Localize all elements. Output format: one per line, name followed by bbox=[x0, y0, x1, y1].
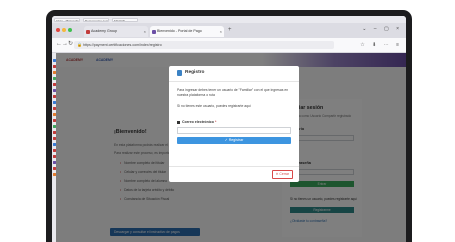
sidebar-app-icon[interactable] bbox=[52, 137, 56, 140]
laptop-frame: Inicio - Microsoft Edge Documentos compa… bbox=[46, 10, 412, 242]
sidebar-app-icon[interactable] bbox=[52, 95, 56, 98]
modal-paragraph: Si no tienes este usuario, puedes regist… bbox=[177, 104, 251, 108]
screen: Inicio - Microsoft Edge Documentos compa… bbox=[52, 16, 406, 242]
modal-footer-divider bbox=[169, 166, 299, 167]
sidebar-app-icon[interactable] bbox=[52, 71, 56, 74]
window-close-dot[interactable] bbox=[56, 28, 60, 32]
modal-paragraph: Para ingresar debes tener un usuario de … bbox=[177, 88, 289, 97]
taskbar-item[interactable]: Documentos compartidos bbox=[83, 17, 109, 22]
os-taskbar: Inicio - Microsoft Edge Documentos compa… bbox=[52, 16, 406, 23]
required-mark: * bbox=[214, 119, 217, 124]
favicon-icon bbox=[152, 29, 156, 34]
sidebar-app-icon[interactable] bbox=[52, 89, 56, 92]
sidebar-app-icon[interactable] bbox=[52, 65, 56, 68]
url-text: https://payment.certificaciones.com/inde… bbox=[83, 43, 162, 47]
modal-header: Registro bbox=[169, 66, 299, 82]
tab-close-icon[interactable]: × bbox=[220, 26, 222, 37]
window-controls[interactable]: ⌄ – ▢ × bbox=[362, 26, 402, 32]
envelope-icon bbox=[177, 121, 180, 124]
sidebar-app-icon[interactable] bbox=[52, 161, 56, 164]
sidebar-app-icon[interactable] bbox=[52, 107, 56, 110]
favicon-icon bbox=[86, 29, 90, 34]
tab-close-icon[interactable]: × bbox=[144, 26, 146, 37]
url-bar[interactable]: 🔒 https://payment.certificaciones.com/in… bbox=[74, 41, 334, 49]
window-maximize-dot[interactable] bbox=[68, 28, 72, 32]
new-tab-icon[interactable]: + bbox=[228, 26, 232, 34]
user-plus-icon bbox=[177, 70, 182, 76]
email-label-text: Correo electrónico bbox=[182, 119, 214, 124]
web-page: ACADEMY ACADEMY ¡Bienvenido! En esta pla… bbox=[52, 53, 406, 242]
taskbar-item[interactable]: Inicio - Microsoft Edge bbox=[54, 17, 80, 22]
sidebar-app-icon[interactable] bbox=[52, 149, 56, 152]
window-minimize-dot[interactable] bbox=[62, 28, 66, 32]
taskbar-item[interactable]: FICHAS bbox=[112, 17, 138, 22]
sidebar-app-icon[interactable] bbox=[52, 113, 56, 116]
sidebar-app-icon[interactable] bbox=[52, 173, 56, 176]
modal-title: Registro bbox=[185, 70, 205, 75]
lock-icon: 🔒 bbox=[77, 42, 82, 47]
browser-sidebar bbox=[52, 53, 56, 242]
tab-portal-pago[interactable]: Bienvenido - Portal de Pago × bbox=[150, 26, 224, 37]
email-label: Correo electrónico * bbox=[182, 120, 216, 125]
sidebar-app-icon[interactable] bbox=[52, 155, 56, 158]
reload-icon[interactable]: ↻ bbox=[68, 40, 73, 48]
sidebar-app-icon[interactable] bbox=[52, 59, 56, 62]
sidebar-app-icon[interactable] bbox=[52, 77, 56, 80]
sidebar-app-icon[interactable] bbox=[52, 143, 56, 146]
register-modal: Registro Para ingresar debes tener un us… bbox=[169, 66, 299, 182]
tab-academy[interactable]: Academy Group × bbox=[84, 26, 148, 37]
sidebar-app-icon[interactable] bbox=[52, 125, 56, 128]
browser-tabbar: Academy Group × Bienvenido - Portal de P… bbox=[52, 23, 406, 38]
sidebar-app-icon[interactable] bbox=[52, 119, 56, 122]
sidebar-app-icon[interactable] bbox=[52, 131, 56, 134]
sidebar-app-icon[interactable] bbox=[52, 83, 56, 86]
sidebar-app-icon[interactable] bbox=[52, 101, 56, 104]
toolbar-icons[interactable]: ☆ ⬇ ⋯ ≡ bbox=[360, 41, 402, 49]
close-button[interactable]: ✕ Cerrar bbox=[271, 170, 293, 179]
register-submit-button[interactable]: ✓ Registrar bbox=[177, 137, 291, 144]
tab-label: Bienvenido - Portal de Pago bbox=[157, 29, 202, 33]
sidebar-app-icon[interactable] bbox=[52, 167, 56, 170]
tab-label: Academy Group bbox=[91, 29, 117, 33]
email-input[interactable] bbox=[177, 127, 291, 134]
browser-navbar: ← → ↻ 🔒 https://payment.certificaciones.… bbox=[52, 38, 406, 53]
